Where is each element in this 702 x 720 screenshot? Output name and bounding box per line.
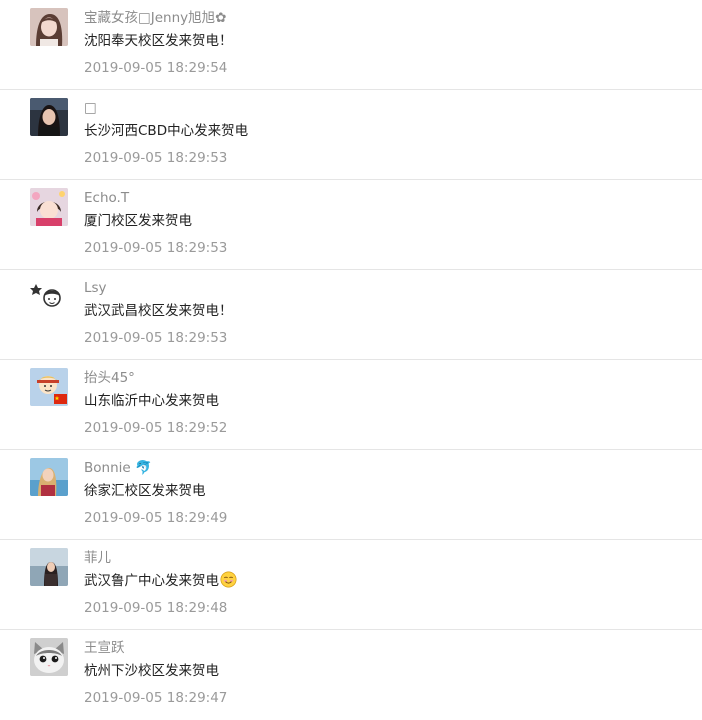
comment-time: 2019-09-05 18:29:52 bbox=[84, 420, 228, 436]
smile-emoji-icon bbox=[220, 571, 237, 588]
comment-text: 杭州下沙校区发来贺电 bbox=[84, 663, 219, 679]
comment-author[interactable]: Echo.T bbox=[84, 188, 129, 208]
avatar-cat-icon[interactable] bbox=[30, 638, 68, 676]
comment-text: 武汉鲁广中心发来贺电 bbox=[84, 571, 237, 591]
comment-text: 武汉武昌校区发来贺电！ bbox=[84, 303, 233, 319]
comment-author[interactable]: Bonnie 🐬 bbox=[84, 458, 152, 478]
comment-time: 2019-09-05 18:29:53 bbox=[84, 150, 228, 166]
comment-list: 宝藏女孩□Jenny旭旭✿ 沈阳奉天校区发来贺电！ 2019-09-05 18:… bbox=[0, 0, 702, 720]
avatar-cartoon-flag-icon[interactable] bbox=[30, 368, 68, 406]
comment-time: 2019-09-05 18:29:54 bbox=[84, 60, 228, 76]
comment-item: Echo.T 厦门校区发来贺电 2019-09-05 18:29:53 bbox=[0, 180, 702, 270]
avatar-portrait-icon[interactable] bbox=[30, 548, 68, 586]
comment-text: 徐家汇校区发来贺电 bbox=[84, 483, 206, 499]
comment-time: 2019-09-05 18:29:53 bbox=[84, 330, 228, 346]
comment-text: 山东临沂中心发来贺电 bbox=[84, 393, 219, 409]
comment-author[interactable]: 菲儿 bbox=[84, 548, 111, 568]
comment-time: 2019-09-05 18:29:49 bbox=[84, 510, 228, 526]
comment-item: 宝藏女孩□Jenny旭旭✿ 沈阳奉天校区发来贺电！ 2019-09-05 18:… bbox=[0, 0, 702, 90]
comment-item: Lsy 武汉武昌校区发来贺电！ 2019-09-05 18:29:53 bbox=[0, 270, 702, 360]
comment-item: 王宣跃 杭州下沙校区发来贺电 2019-09-05 18:29:47 bbox=[0, 630, 702, 720]
comment-author[interactable]: 抬头45° bbox=[84, 368, 135, 388]
avatar-woman-dark-icon[interactable] bbox=[30, 98, 68, 136]
comment-item: □ 长沙河西CBD中心发来贺电 2019-09-05 18:29:53 bbox=[0, 90, 702, 180]
comment-text: 长沙河西CBD中心发来贺电 bbox=[84, 123, 249, 139]
comment-item: 菲儿 武汉鲁广中心发来贺电 2019-09-05 18:29:48 bbox=[0, 540, 702, 630]
comment-item: Bonnie 🐬 徐家汇校区发来贺电 2019-09-05 18:29:49 bbox=[0, 450, 702, 540]
comment-item: 抬头45° 山东临沂中心发来贺电 2019-09-05 18:29:52 bbox=[0, 360, 702, 450]
comment-time: 2019-09-05 18:29:53 bbox=[84, 240, 228, 256]
comment-text-content: 武汉鲁广中心发来贺电 bbox=[84, 573, 219, 589]
avatar-beach-icon[interactable] bbox=[30, 458, 68, 496]
comment-time: 2019-09-05 18:29:48 bbox=[84, 600, 228, 616]
comment-author[interactable]: □ bbox=[84, 98, 97, 118]
comment-author[interactable]: Lsy bbox=[84, 278, 107, 298]
avatar-cartoon-boy-icon[interactable] bbox=[30, 278, 68, 316]
avatar-child-icon[interactable] bbox=[30, 188, 68, 226]
avatar-girl-icon[interactable] bbox=[30, 8, 68, 46]
comment-text: 厦门校区发来贺电 bbox=[84, 213, 192, 229]
comment-author[interactable]: 宝藏女孩□Jenny旭旭✿ bbox=[84, 8, 226, 28]
comment-time: 2019-09-05 18:29:47 bbox=[84, 690, 228, 706]
comment-text: 沈阳奉天校区发来贺电！ bbox=[84, 33, 233, 49]
comment-author[interactable]: 王宣跃 bbox=[84, 638, 125, 658]
